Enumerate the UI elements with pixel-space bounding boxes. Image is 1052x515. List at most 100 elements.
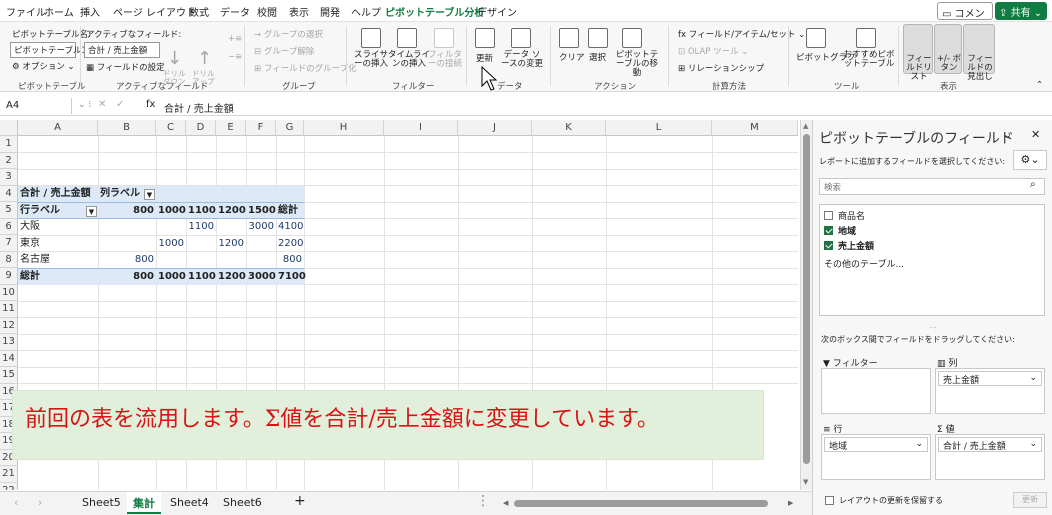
field-settings-button[interactable]: ▦ フィールドの設定 [86, 61, 165, 73]
row-header[interactable]: 14 [0, 350, 18, 367]
row-header[interactable]: 5 [0, 202, 18, 219]
row-header[interactable]: 22 [0, 482, 18, 490]
pivot-grand-total-label[interactable]: 総計 [18, 269, 42, 285]
column-header[interactable]: E [216, 120, 246, 136]
field-checkbox[interactable] [824, 241, 833, 250]
plus-minus-buttons-toggle[interactable]: +/- ボタン [934, 24, 962, 74]
field-list-toggle[interactable]: フィールドリスト [903, 24, 933, 82]
pivot-total-cell[interactable]: 3000 [246, 269, 276, 285]
column-header[interactable]: D [186, 120, 216, 136]
pivot-column-header[interactable]: 総計 [276, 203, 304, 219]
ungroup-button[interactable]: ⊟ グループ解除 [254, 45, 314, 57]
sheet-tab[interactable]: Sheet5 [82, 496, 121, 509]
refresh-button[interactable]: 更新 [476, 52, 493, 64]
filter-drop-area[interactable] [821, 368, 931, 414]
column-header[interactable]: I [384, 120, 458, 136]
pivot-total-cell[interactable]: 7100 [276, 269, 306, 285]
pivot-column-header[interactable]: 800 [98, 203, 156, 219]
scroll-up-icon[interactable]: ▲ [803, 122, 808, 130]
column-header[interactable]: A [18, 120, 98, 136]
row-header[interactable]: 3 [0, 169, 18, 186]
relationships-button[interactable]: ⊞ リレーションシップ [678, 62, 764, 74]
row-header[interactable]: 9 [0, 268, 18, 285]
select-button[interactable]: 選択 [589, 51, 606, 63]
pivot-column-header[interactable]: 1500 [246, 203, 276, 219]
scroll-left-icon[interactable]: ◀ [503, 499, 508, 507]
pivot-row-item[interactable]: 名古屋 [18, 252, 52, 268]
pivot-values-label[interactable]: 合計 / 売上金額 [18, 186, 93, 202]
olap-tools-button[interactable]: ⊡ OLAP ツール ⌄ [678, 45, 748, 57]
pane-settings-gear-icon[interactable]: ⚙⌄ [1013, 150, 1047, 170]
pivot-value-cell[interactable]: 2200 [276, 236, 304, 252]
clear-button[interactable]: クリア [559, 51, 585, 63]
formula-input[interactable]: 合計 / 売上金額 [164, 100, 234, 115]
pivot-row-item[interactable]: 大阪 [18, 219, 42, 235]
row-drop-area[interactable]: 地域 ⌄ [821, 434, 931, 480]
sheet-tab[interactable]: Sheet4 [170, 496, 209, 509]
close-icon[interactable]: ✕ [1031, 128, 1040, 141]
row-header[interactable]: 10 [0, 284, 18, 301]
pivot-value-cell[interactable]: 1100 [186, 219, 216, 235]
more-options-icon[interactable]: ⋮ [476, 493, 490, 509]
pivot-value-cell[interactable]: 3000 [246, 219, 276, 235]
column-drop-area[interactable]: 売上金額 ⌄ [935, 368, 1045, 414]
column-header[interactable]: M [712, 120, 798, 136]
defer-update-checkbox[interactable] [825, 496, 834, 505]
row-header[interactable]: 4 [0, 185, 18, 202]
pivot-value-cell[interactable]: 4100 [276, 219, 304, 235]
name-box[interactable]: A4 [4, 98, 72, 114]
horizontal-scrollbar-thumb[interactable] [514, 500, 768, 507]
column-header[interactable]: F [246, 120, 276, 136]
tab-developer[interactable]: 開発 [320, 4, 340, 19]
tab-view[interactable]: 表示 [289, 4, 309, 19]
pane-options-chevron-icon[interactable]: ⌄ [1003, 128, 1012, 141]
tab-formulas[interactable]: 数式 [189, 4, 209, 19]
column-header[interactable]: H [304, 120, 384, 136]
row-header[interactable]: 7 [0, 235, 18, 252]
column-header[interactable]: K [532, 120, 606, 136]
pivot-row-label[interactable]: 行ラベル [18, 203, 62, 219]
group-selection-button[interactable]: → グループの選択 [254, 28, 323, 40]
tab-data[interactable]: データ [220, 4, 250, 19]
insert-slicer-button[interactable]: スライサーの挿入 [352, 51, 390, 69]
value-drop-area[interactable]: 合計 / 売上金額 ⌄ [935, 434, 1045, 480]
active-field-input[interactable]: 合計 / 売上金額 [84, 42, 160, 58]
row-header[interactable]: 1 [0, 136, 18, 153]
select-all-corner[interactable] [0, 120, 18, 136]
share-button[interactable]: ⇪ 共有 ⌄ [995, 2, 1047, 20]
field-name[interactable]: 地域 [838, 224, 856, 237]
fields-items-sets-button[interactable]: fx フィールド/アイテム/セット ⌄ [678, 28, 805, 40]
tab-review[interactable]: 校閲 [257, 4, 277, 19]
pivot-total-cell[interactable]: 800 [98, 269, 156, 285]
pivot-total-cell[interactable]: 1100 [186, 269, 216, 285]
sheet-tab-active[interactable]: 集計 [127, 492, 161, 514]
change-data-source-button[interactable]: データ ソースの変更 [500, 51, 544, 69]
tab-page-layout[interactable]: ページ レイアウト [113, 4, 196, 19]
pivot-column-label[interactable]: 列ラベル [98, 186, 142, 202]
field-checkbox[interactable] [824, 211, 833, 220]
row-header[interactable]: 8 [0, 251, 18, 268]
column-filter-dropdown-icon[interactable]: ▼ [144, 189, 155, 200]
tab-help[interactable]: ヘルプ [351, 4, 381, 19]
scroll-right-icon[interactable]: ▶ [788, 499, 793, 507]
scroll-down-icon[interactable]: ▼ [803, 478, 808, 486]
row-header[interactable]: 15 [0, 367, 18, 384]
row-header[interactable]: 11 [0, 301, 18, 318]
pivot-value-cell[interactable]: 800 [98, 252, 156, 268]
pivot-value-cell[interactable]: 1200 [216, 236, 246, 252]
pivot-column-header[interactable]: 1100 [186, 203, 216, 219]
add-sheet-icon[interactable]: + [294, 493, 306, 509]
vertical-scrollbar[interactable]: ▲ ▼ [800, 120, 812, 490]
insert-timeline-button[interactable]: タイムラインの挿入 [388, 51, 430, 69]
filter-connections-button[interactable]: フィルターの接続 [428, 51, 462, 69]
row-filter-dropdown-icon[interactable]: ▼ [86, 206, 97, 217]
collapse-ribbon-icon[interactable]: ⌃ [1036, 80, 1043, 90]
options-button[interactable]: ⚙ オプション ⌄ [12, 60, 75, 72]
more-tables-link[interactable]: その他のテーブル... [824, 257, 904, 270]
tab-design[interactable]: デザイン [477, 4, 517, 19]
move-pivottable-button[interactable]: ピボットテーブルの移動 [612, 51, 662, 78]
pivot-total-cell[interactable]: 1000 [156, 269, 186, 285]
tab-insert[interactable]: 挿入 [80, 4, 100, 19]
value-field-chip[interactable]: 合計 / 売上金額 ⌄ [938, 437, 1042, 452]
pivot-column-header[interactable]: 1200 [216, 203, 246, 219]
